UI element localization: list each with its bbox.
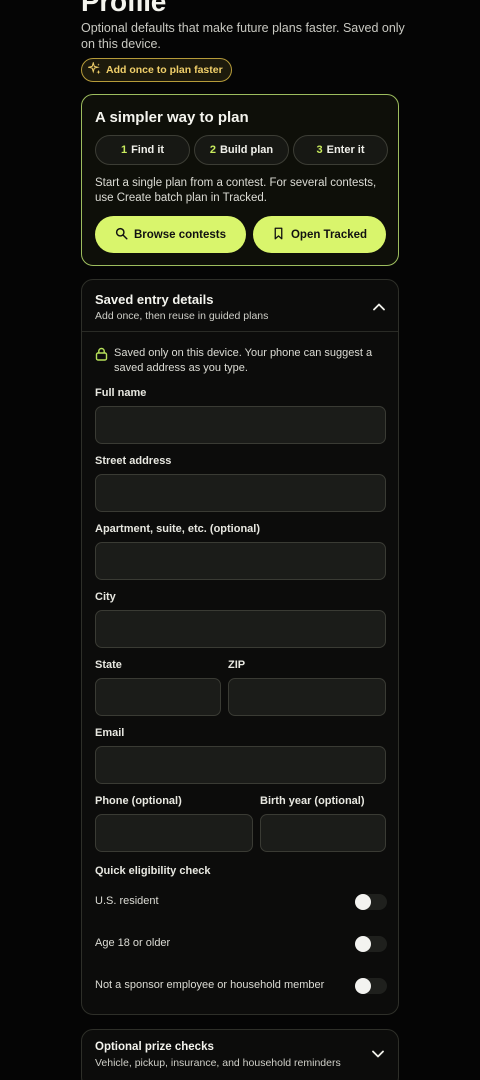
apartment-input[interactable]	[95, 542, 386, 580]
toggle-label: Not a sponsor employee or household memb…	[95, 979, 325, 991]
zip-label: ZIP	[228, 659, 246, 671]
plan-steps: 1 Find it 2 Build plan 3 Enter it	[95, 135, 388, 165]
step-find-it[interactable]: 1 Find it	[95, 135, 190, 165]
toggle-knob	[355, 978, 371, 994]
city-label: City	[95, 591, 116, 603]
details-header[interactable]: Saved entry details Add once, then reuse…	[82, 280, 398, 332]
full-name-label: Full name	[95, 387, 147, 399]
step-number: 2	[209, 144, 216, 156]
saved-entry-details-card: Saved entry details Add once, then reuse…	[81, 279, 399, 1015]
browse-contests-label: Browse contests	[133, 228, 227, 241]
age-18-toggle[interactable]	[355, 936, 387, 952]
step-number: 1	[120, 144, 128, 156]
eligibility-title: Quick eligibility check	[95, 865, 211, 877]
birth-year-input[interactable]	[260, 814, 386, 852]
device-storage-note: Saved only on this device. Your phone ca…	[95, 346, 385, 376]
page-title: Profile	[81, 0, 167, 17]
step-label: Enter it	[326, 144, 365, 156]
email-label: Email	[95, 727, 125, 739]
bookmark-icon	[272, 227, 285, 243]
toggle-knob	[355, 894, 371, 910]
zip-input[interactable]	[228, 678, 386, 716]
toggle-label: U.S. resident	[95, 895, 159, 907]
step-number: 3	[316, 144, 323, 156]
toggle-knob	[355, 936, 371, 952]
search-icon	[115, 227, 128, 243]
eligibility-row-sponsor: Not a sponsor employee or household memb…	[95, 977, 387, 997]
open-tracked-label: Open Tracked	[290, 228, 368, 241]
chevron-up-icon[interactable]	[372, 300, 386, 314]
state-input[interactable]	[95, 678, 221, 716]
apartment-label: Apartment, suite, etc. (optional)	[95, 523, 261, 535]
email-input[interactable]	[95, 746, 386, 784]
simpler-plan-card: A simpler way to plan 1 Find it 2 Build …	[81, 94, 399, 266]
step-label: Find it	[131, 144, 165, 156]
optional-prize-checks-card[interactable]: Optional prize checks Vehicle, pickup, i…	[81, 1029, 399, 1080]
toggle-label: Age 18 or older	[95, 937, 171, 949]
open-tracked-button[interactable]: Open Tracked	[253, 216, 386, 253]
step-build-plan[interactable]: 2 Build plan	[194, 135, 289, 165]
state-label: State	[95, 659, 122, 671]
street-address-label: Street address	[95, 455, 172, 467]
step-enter-it[interactable]: 3 Enter it	[293, 135, 388, 165]
eligibility-row-age: Age 18 or older	[95, 935, 387, 955]
badge-label: Add once to plan faster	[106, 64, 223, 76]
city-input[interactable]	[95, 610, 386, 648]
phone-label: Phone (optional)	[95, 795, 182, 807]
add-once-badge: Add once to plan faster	[81, 58, 232, 82]
details-subtitle: Add once, then reuse in guided plans	[95, 310, 269, 322]
lock-icon	[95, 346, 108, 376]
chevron-down-icon[interactable]	[371, 1047, 385, 1061]
prize-card-title: Optional prize checks	[95, 1041, 214, 1053]
street-address-input[interactable]	[95, 474, 386, 512]
details-title: Saved entry details	[95, 292, 214, 307]
plan-card-title: A simpler way to plan	[95, 109, 249, 126]
us-resident-toggle[interactable]	[355, 894, 387, 910]
step-label: Build plan	[219, 144, 274, 156]
eligibility-row-us-resident: U.S. resident	[95, 893, 387, 913]
birth-year-label: Birth year (optional)	[260, 795, 365, 807]
sparkle-icon	[86, 60, 102, 79]
phone-input[interactable]	[95, 814, 253, 852]
page-intro: Optional defaults that make future plans…	[81, 21, 405, 51]
full-name-input[interactable]	[95, 406, 386, 444]
prize-card-subtitle: Vehicle, pickup, insurance, and househol…	[95, 1057, 341, 1069]
plan-description: Start a single plan from a contest. For …	[95, 177, 377, 204]
note-text: Saved only on this device. Your phone ca…	[114, 347, 373, 374]
browse-contests-button[interactable]: Browse contests	[95, 216, 246, 253]
not-sponsor-toggle[interactable]	[355, 978, 387, 994]
